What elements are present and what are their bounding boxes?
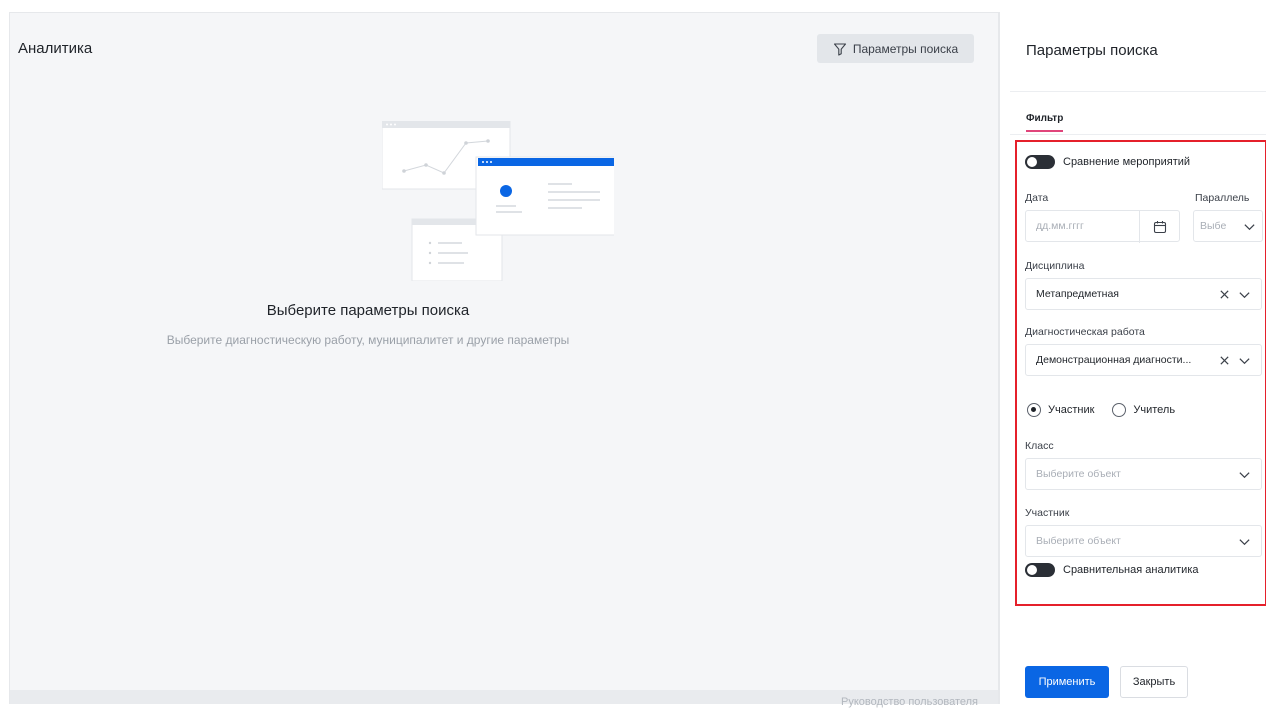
chevron-down-icon: [1243, 220, 1256, 233]
chevron-down-icon[interactable]: [1238, 288, 1251, 301]
search-params-panel: Параметры поиска Фильтр Сравнение меропр…: [999, 12, 1266, 704]
tab-filter[interactable]: Фильтр: [1026, 113, 1064, 132]
participant-label: Участник: [1025, 507, 1070, 519]
page-title: Аналитика: [18, 40, 93, 57]
discipline-value: Метапредметная: [1036, 288, 1119, 300]
date-label: Дата: [1025, 192, 1049, 204]
participant-select[interactable]: Выберите объект: [1025, 525, 1262, 557]
radio-teacher-label: Учитель: [1133, 404, 1176, 416]
search-params-button[interactable]: Параметры поиска: [817, 34, 974, 63]
chevron-down-icon: [1238, 535, 1251, 548]
radio-participant-label: Участник: [1048, 404, 1095, 416]
parallel-label: Параллель: [1195, 192, 1250, 204]
top-strip: [0, 0, 1266, 12]
radio-participant[interactable]: [1027, 403, 1041, 417]
compare-events-toggle[interactable]: [1025, 155, 1055, 169]
divider: [1010, 91, 1266, 92]
empty-state-subtitle: Выберите диагностическую работу, муницип…: [166, 333, 570, 347]
class-placeholder: Выберите объект: [1036, 468, 1121, 480]
chevron-down-icon: [1238, 468, 1251, 481]
close-button[interactable]: Закрыть: [1120, 666, 1188, 698]
class-label: Класс: [1025, 440, 1054, 452]
footer-bar: Руководство пользователя: [10, 690, 998, 708]
filter-icon: [833, 42, 847, 56]
compare-events-toggle-row[interactable]: Сравнение мероприятий: [1025, 155, 1190, 169]
main-area: Аналитика Параметры поиска Выберите пара…: [9, 12, 999, 708]
compare-events-label: Сравнение мероприятий: [1063, 156, 1191, 168]
date-field[interactable]: дд.мм.гггг: [1025, 210, 1180, 243]
empty-state-title: Выберите параметры поиска: [266, 302, 470, 319]
comparative-label: Сравнительная аналитика: [1063, 564, 1199, 576]
comparative-toggle-row[interactable]: Сравнительная аналитика: [1025, 563, 1199, 577]
work-label: Диагностическая работа: [1025, 326, 1145, 338]
parallel-placeholder: Выбе: [1200, 220, 1226, 232]
class-select[interactable]: Выберите объект: [1025, 458, 1262, 490]
work-select[interactable]: Демонстрационная диагности...: [1025, 344, 1262, 376]
user-guide-link[interactable]: Руководство пользователя: [841, 696, 978, 708]
empty-state-illustration: [382, 121, 614, 281]
divider: [1010, 134, 1266, 135]
comparative-toggle[interactable]: [1025, 563, 1055, 577]
radio-teacher[interactable]: [1112, 403, 1127, 417]
discipline-select[interactable]: Метапредметная: [1025, 278, 1262, 310]
clear-icon[interactable]: [1219, 289, 1230, 300]
parallel-select[interactable]: Выбе: [1193, 210, 1263, 242]
role-radio-group: Участник Учитель: [1027, 403, 1175, 417]
calendar-icon[interactable]: [1139, 211, 1179, 243]
clear-icon[interactable]: [1219, 355, 1230, 366]
apply-button[interactable]: Применить: [1025, 666, 1109, 698]
discipline-label: Дисциплина: [1025, 260, 1085, 272]
participant-placeholder: Выберите объект: [1036, 535, 1121, 547]
panel-title: Параметры поиска: [1026, 42, 1158, 59]
search-params-button-label: Параметры поиска: [852, 41, 959, 56]
date-placeholder: дд.мм.гггг: [1036, 220, 1084, 232]
chevron-down-icon[interactable]: [1238, 354, 1251, 367]
work-value: Демонстрационная диагности...: [1036, 354, 1192, 366]
